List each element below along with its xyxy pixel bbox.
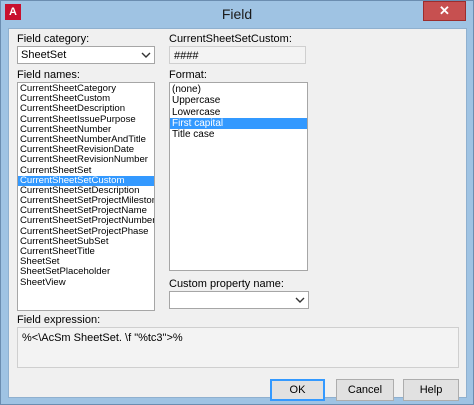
field-category-value: SheetSet: [21, 49, 67, 61]
format-item[interactable]: Title case: [170, 129, 307, 140]
format-item[interactable]: (none): [170, 84, 307, 95]
current-field-value-box: ####: [169, 46, 306, 64]
field-expression-label: Field expression:: [17, 314, 101, 326]
format-label: Format:: [169, 69, 207, 81]
field-name-item[interactable]: SheetView: [18, 277, 154, 288]
field-names-list[interactable]: CurrentSheetCategory CurrentSheetCustom Cu…: [17, 82, 155, 311]
field-category-label: Field category:: [17, 33, 90, 45]
title-bar[interactable]: A Field ✕: [1, 1, 473, 27]
field-expression-value: %<\AcSm SheetSet. \f "%tc3">%: [22, 332, 183, 344]
field-category-dropdown[interactable]: SheetSet: [17, 46, 155, 64]
chevron-down-icon: [295, 297, 305, 303]
format-list[interactable]: (none) Uppercase Lowercase First capital Tit…: [169, 82, 308, 271]
field-name-item[interactable]: CurrentSheetRevisionNumber: [18, 155, 154, 165]
field-names-label: Field names:: [17, 69, 80, 81]
help-button[interactable]: Help: [403, 379, 459, 401]
format-item[interactable]: Lowercase: [170, 107, 307, 118]
ok-button[interactable]: OK: [270, 379, 325, 401]
field-expression-box[interactable]: %<\AcSm SheetSet. \f "%tc3">%: [17, 327, 459, 368]
custom-property-dropdown[interactable]: [169, 291, 309, 309]
current-field-value: ####: [174, 50, 199, 62]
custom-property-label: Custom property name:: [169, 278, 284, 290]
dialog-body: Field category: SheetSet Field names: Cu…: [8, 28, 467, 401]
format-item[interactable]: First capital: [170, 117, 307, 130]
current-field-label: CurrentSheetSetCustom:: [169, 33, 292, 45]
chevron-down-icon: [141, 52, 151, 58]
format-item[interactable]: Uppercase: [170, 95, 307, 106]
window-title: Field: [221, 6, 253, 22]
cancel-button[interactable]: Cancel: [336, 379, 394, 401]
close-button[interactable]: ✕: [423, 1, 466, 21]
field-dialog: A Field ✕ Field category: SheetSet Field…: [0, 0, 474, 405]
